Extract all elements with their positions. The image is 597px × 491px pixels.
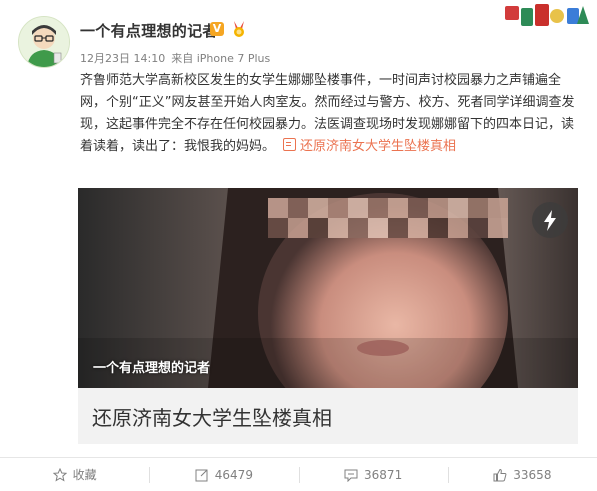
reporter-avatar-icon [19, 17, 69, 67]
post-content: 齐鲁师范大学高新校区发生的女学生娜娜坠楼事件，一时间声讨校园暴力之声铺遍全网，个… [80, 70, 578, 158]
photo-watermark: 一个有点理想的记者 [93, 361, 211, 376]
avatar[interactable] [18, 16, 70, 68]
article-cover-image[interactable]: 一个有点理想的记者 [78, 188, 578, 388]
lightning-icon[interactable] [532, 202, 568, 238]
favorite-button[interactable]: 收藏 [0, 458, 149, 491]
festive-decoration-icon [505, 4, 589, 26]
star-icon [52, 467, 67, 482]
medal-icon[interactable] [230, 20, 248, 38]
source-prefix: 来自 [171, 52, 194, 65]
article-link[interactable]: 还原济南女大学生坠楼真相 [300, 139, 456, 154]
favorite-label: 收藏 [72, 468, 97, 482]
username[interactable]: 一个有点理想的记者 [80, 20, 218, 41]
article-title[interactable]: 还原济南女大学生坠楼真相 [92, 402, 332, 431]
article-caption-bar[interactable]: 还原济南女大学生坠楼真相 [78, 388, 578, 444]
comment-button[interactable]: 36871 [298, 458, 448, 491]
repost-icon [195, 469, 208, 481]
repost-count: 46479 [214, 467, 253, 482]
weibo-post-card: 一个有点理想的记者 V 12月23日 14:10 来自 iPhone 7 Plus… [0, 0, 597, 491]
comment-count: 36871 [364, 467, 403, 482]
post-source[interactable]: iPhone 7 Plus [197, 52, 271, 65]
article-card[interactable]: 一个有点理想的记者 还原济南女大学生坠楼真相 [78, 188, 578, 444]
verified-badge-icon: V [210, 22, 224, 36]
post-time[interactable]: 12月23日 14:10 [80, 52, 165, 65]
repost-button[interactable]: 46479 [149, 458, 298, 491]
post-meta: 12月23日 14:10 来自 iPhone 7 Plus [80, 50, 276, 66]
like-button[interactable]: 33658 [447, 458, 597, 491]
article-icon [283, 138, 297, 151]
thumbs-up-icon [493, 468, 507, 481]
action-bar: 收藏 46479 36871 33658 [0, 458, 597, 491]
like-count: 33658 [513, 467, 552, 482]
comment-icon [344, 469, 358, 482]
